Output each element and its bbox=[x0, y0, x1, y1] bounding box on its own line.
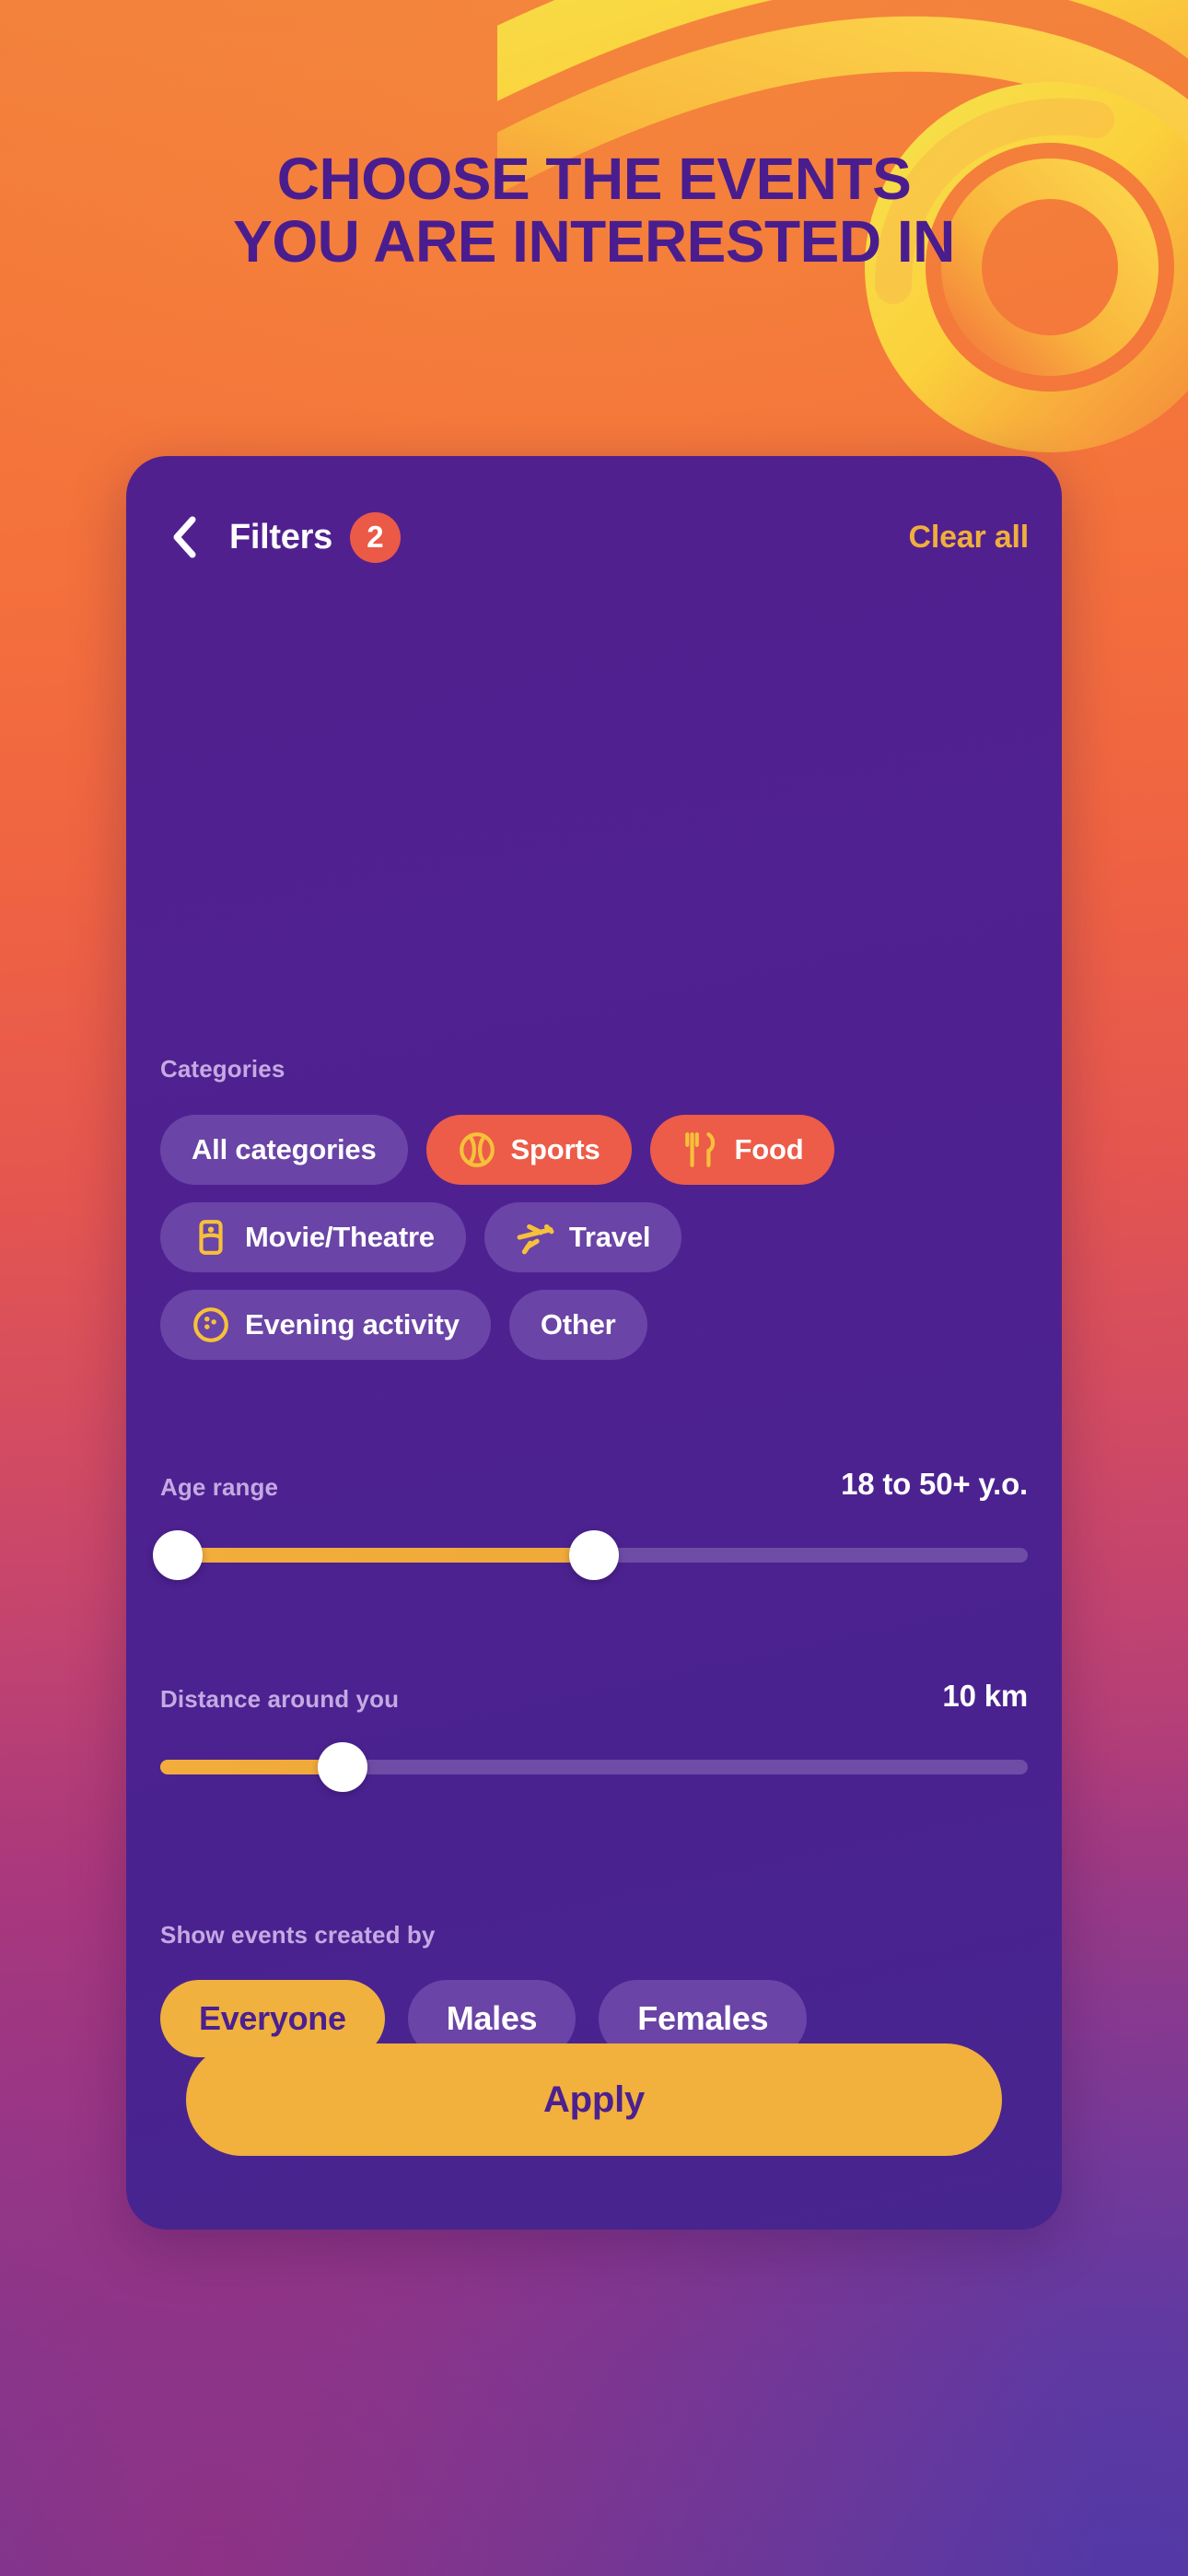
category-chip-label: Sports bbox=[510, 1133, 600, 1165]
categories-label: Categories bbox=[160, 1055, 285, 1083]
title-group: Filters 2 bbox=[229, 511, 401, 563]
age-range-section: Age range 18 to 50+ y.o. bbox=[152, 1467, 1028, 1585]
category-chip-movie-theatre[interactable]: Movie/Theatre bbox=[160, 1202, 466, 1272]
back-button[interactable] bbox=[159, 512, 209, 562]
distance-section: Distance around you 10 km bbox=[160, 1679, 1028, 1797]
category-chip-label: Travel bbox=[568, 1221, 651, 1253]
creator-filter-label: Show events created by bbox=[160, 1921, 436, 1949]
category-chip-label: All categories bbox=[192, 1133, 377, 1165]
age-slider-handle-max[interactable] bbox=[569, 1530, 619, 1580]
category-chip-label: Evening activity bbox=[245, 1308, 460, 1341]
distance-label: Distance around you bbox=[160, 1685, 400, 1713]
age-range-label: Age range bbox=[160, 1473, 279, 1501]
age-slider-handle-min[interactable] bbox=[152, 1530, 203, 1580]
distance-slider-fill bbox=[160, 1760, 343, 1774]
age-range-slider[interactable] bbox=[152, 1526, 1028, 1585]
category-chip-row: Movie/Theatre Travel bbox=[160, 1202, 1028, 1272]
category-chip-travel[interactable]: Travel bbox=[483, 1202, 682, 1272]
category-chip-label: Movie/Theatre bbox=[245, 1221, 435, 1253]
page-title: CHOOSE THE EVENTS YOU ARE INTERESTED IN bbox=[0, 147, 1188, 274]
age-range-value: 18 to 50+ y.o. bbox=[841, 1467, 1028, 1501]
category-chip-sports[interactable]: Sports bbox=[425, 1115, 632, 1185]
category-chip-label: Food bbox=[734, 1133, 804, 1165]
bowling-ball-icon bbox=[193, 1307, 228, 1342]
card-header: Filters 2 Clear all bbox=[126, 498, 1062, 577]
apply-button[interactable]: Apply bbox=[186, 2043, 1002, 2156]
category-chip-row: All categories Sports Food bbox=[160, 1115, 1028, 1185]
categories-section: Categories All categories Sports Food Mo… bbox=[160, 1055, 1028, 1360]
tennis-ball-icon bbox=[459, 1132, 495, 1167]
category-chip-other[interactable]: Other bbox=[508, 1290, 647, 1360]
age-slider-fill bbox=[177, 1548, 594, 1563]
airplane-icon bbox=[517, 1224, 554, 1255]
headline-line-2: YOU ARE INTERESTED IN bbox=[233, 208, 955, 275]
distance-slider[interactable] bbox=[160, 1738, 1028, 1797]
chevron-left-icon bbox=[173, 516, 196, 558]
creator-filter-section: Show events created by Everyone Males Fema… bbox=[160, 1921, 1028, 2057]
clear-all-button[interactable]: Clear all bbox=[909, 520, 1030, 556]
category-chip-food[interactable]: Food bbox=[649, 1115, 835, 1185]
category-chip-label: Other bbox=[540, 1308, 616, 1341]
ticket-icon bbox=[199, 1220, 223, 1255]
filters-card: Filters 2 Clear all Categories All categ… bbox=[126, 456, 1062, 2230]
fork-knife-icon bbox=[684, 1132, 715, 1167]
distance-slider-handle[interactable] bbox=[317, 1742, 367, 1792]
status-badge: 2 bbox=[349, 511, 401, 563]
headline-line-1: CHOOSE THE EVENTS bbox=[276, 146, 912, 212]
distance-value: 10 km bbox=[942, 1679, 1028, 1713]
category-chip-evening-activity[interactable]: Evening activity bbox=[160, 1290, 491, 1360]
category-chip-all-categories[interactable]: All categories bbox=[160, 1115, 408, 1185]
category-chip-row: Evening activity Other bbox=[160, 1290, 1028, 1360]
category-chip-list: All categories Sports Food Movie/Theatre… bbox=[160, 1115, 1028, 1360]
card-title: Filters bbox=[229, 517, 332, 556]
